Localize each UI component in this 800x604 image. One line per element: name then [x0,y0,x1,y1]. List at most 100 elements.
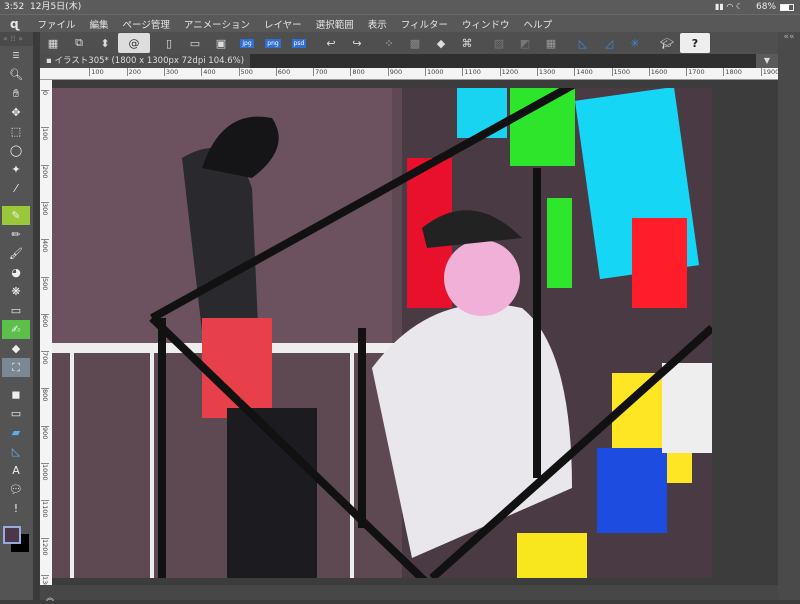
ruler-label: 1900 [760,68,780,76]
document-tab[interactable]: ▪ イラスト305* (1800 x 1300px 72dpi 104.6%) [40,54,251,68]
expand-icon[interactable]: ︽ [46,593,54,602]
hand-icon[interactable]: ✋︎ [2,84,30,103]
menu-window[interactable]: ウィンドウ [462,17,510,31]
correct-line-icon[interactable]: ! [2,499,30,518]
pencil-icon[interactable]: ✏ [2,225,30,244]
battery-level: 68% [756,2,777,12]
tab-title: イラスト305* (1800 x 1300px 72dpi 104.6%) [54,56,245,66]
layer-icon[interactable]: ▩ [402,33,428,53]
ruler-label: 1600 [648,68,668,76]
battery-icon [780,4,794,11]
ruler-label: 1000 [41,463,49,481]
ruler-label: 1800 [723,68,742,76]
menu-animation[interactable]: アニメーション [184,17,250,31]
main-color-swatch[interactable] [3,526,21,544]
menu-help[interactable]: ヘルプ [524,17,553,31]
menu-page[interactable]: ページ管理 [123,17,170,31]
clock: 3:52 [4,2,25,12]
tab-bar: ▪ イラスト305* (1800 x 1300px 72dpi 104.6%) … [40,54,778,68]
menu-filter[interactable]: フィルター [401,17,448,31]
balloon-icon[interactable]: 💬︎ [2,480,30,499]
status-bar: 3:52 12月5日(木) ▮▮ ◠ ☾ 68% [0,0,800,14]
menu-view[interactable]: 表示 [368,17,387,31]
ruler-label: 500 [238,68,253,76]
ruler-label: 300 [163,68,179,76]
gradient-icon[interactable]: ◼ [2,385,30,404]
ruler-icon[interactable]: ◺ [2,442,30,461]
ruler-label: 1500 [611,68,631,76]
help-icon[interactable]: ? [680,33,710,53]
tool-menu-icon[interactable]: ☰ [2,46,30,65]
pen-icon[interactable]: ✎ [2,206,30,225]
export-jpg-icon[interactable]: jpg [234,33,260,53]
ruler-label: 200 [41,164,49,179]
artwork [52,88,712,578]
blend-icon[interactable]: ✍ [2,320,30,339]
gray-icon[interactable]: ◩ [512,33,538,53]
ruler-label: 900 [387,68,403,76]
zoom-icon[interactable]: 🔍︎ [2,65,30,84]
tab-menu-button[interactable]: ▼ [756,54,778,68]
fill-tool-icon[interactable]: ⛶ [2,358,30,377]
menu-file[interactable]: ファイル [38,17,76,31]
ruler-label: 1200 [41,537,49,556]
select-object-icon[interactable]: ⬚ [2,122,30,141]
new-file-icon[interactable]: ▯ [156,33,182,53]
ruler-label: 200 [126,68,142,76]
learn-icon[interactable]: 🎓︎ [654,33,680,53]
menu-selection[interactable]: 選択範囲 [316,17,354,31]
dots-icon[interactable]: ⁘ [376,33,402,53]
move-icon[interactable]: ✥ [2,103,30,122]
gutter [33,32,40,600]
figure-icon[interactable]: ◆ [2,339,30,358]
airbrush-icon[interactable]: ◕ [2,263,30,282]
ruler-label: 1100 [462,68,481,76]
eraser-icon[interactable]: ▭ [2,301,30,320]
export-png-icon[interactable]: png [260,33,286,53]
ruler-shape-icon[interactable]: ◿ [596,33,622,53]
screen-capture-icon[interactable]: ⧉ [66,33,92,53]
redo-icon[interactable]: ↪ [344,33,370,53]
color-swatches [1,524,31,554]
canvas[interactable] [52,88,712,578]
clear-icon[interactable]: ▨ [486,33,512,53]
vertical-ruler: 0 100 200 300 400 500 600 700 800 900 1000 1100 1200… [40,80,52,592]
save-icon[interactable]: ▣ [208,33,234,53]
eyedropper-icon[interactable]: ⁄ [2,179,30,198]
menu-edit[interactable]: 編集 [90,17,109,31]
ruler-label: 1400 [574,68,593,76]
ruler-label: 0 [41,90,49,96]
ruler-pen-icon[interactable]: ◺ [570,33,596,53]
fill-icon[interactable]: ◆ [428,33,454,53]
lasso-icon[interactable]: ◯ [2,141,30,160]
export-psd-icon[interactable]: psd [286,33,312,53]
jpg-label: jpg [240,38,254,48]
right-panel-collapse[interactable]: «« [778,32,800,600]
ruler-label: 900 [41,425,49,440]
frame-icon[interactable]: ▰ [2,423,30,442]
ruler-snap-icon[interactable]: ✳ [622,33,648,53]
rectangle-icon[interactable]: ▭ [2,404,30,423]
undo-icon[interactable]: ↩ [318,33,344,53]
select-grid-icon[interactable]: ▦ [538,33,564,53]
ruler-label: 100 [89,68,104,76]
menu-layer[interactable]: レイヤー [264,17,302,31]
auto-select-icon[interactable]: ✦ [2,160,30,179]
ruler-label: 700 [313,68,328,76]
decoration-icon[interactable]: ❋ [2,282,30,301]
grid-icon[interactable]: ▦ [40,33,66,53]
app-logo-icon[interactable]: ɋ [10,17,20,31]
ruler-label: 300 [41,201,49,216]
text-icon[interactable]: A [2,461,30,480]
bottom-bar: ︽ [40,585,778,602]
ruler-label: 600 [41,313,49,328]
ruler-label: 400 [41,239,49,253]
ruler-label: 1000 [425,68,444,76]
transform-icon[interactable]: ⌘ [454,33,480,53]
brush-icon[interactable]: 🖌︎ [2,244,30,263]
up-down-icon[interactable]: ⬍ [92,33,118,53]
open-folder-icon[interactable]: ▭ [182,33,208,53]
date: 12月5日(木) [30,2,82,12]
horizontal-ruler: 100 200 300 400 500 600 700 800 900 1000 1100 1200 1… [40,68,780,80]
spiral-icon[interactable]: @ [118,33,150,53]
